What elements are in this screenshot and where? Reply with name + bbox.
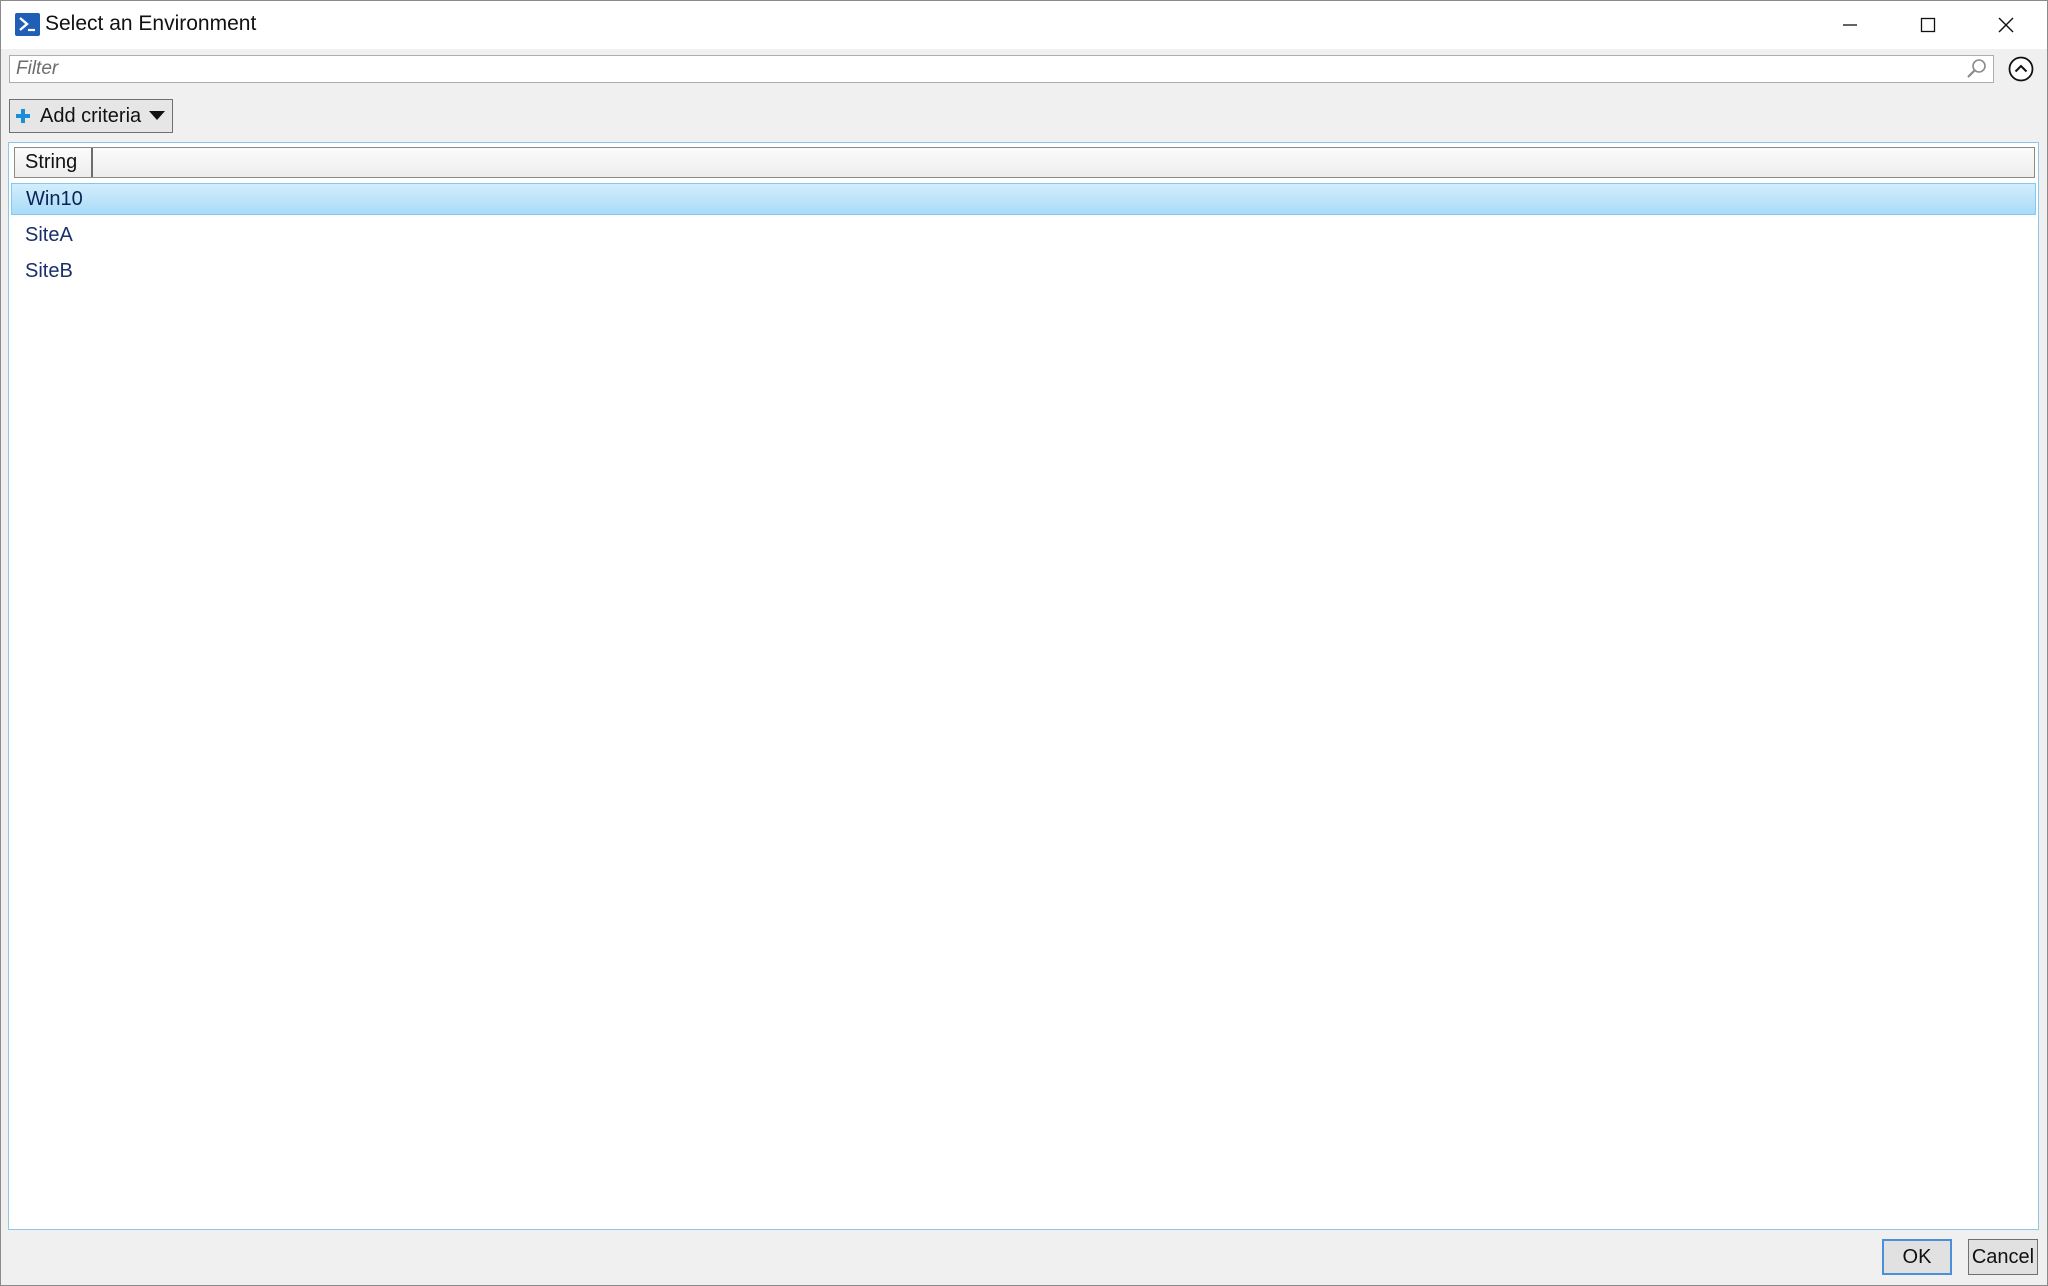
list-row-siteb[interactable]: SiteB [11,253,2036,289]
chevron-up-circle-icon[interactable] [2007,55,2035,83]
magnifier-icon[interactable] [1965,57,1989,81]
close-icon [1998,17,2014,33]
window-title: Select an Environment [45,12,257,35]
powershell-icon [15,13,40,36]
maximize-icon [1920,17,1936,33]
list-rows: Win10 SiteA SiteB [11,183,2036,289]
cancel-button[interactable]: Cancel [1968,1239,2038,1275]
caret-down-icon [149,111,166,120]
list-row-win10[interactable]: Win10 [11,183,2036,215]
add-criteria-label: Add criteria [40,104,142,127]
column-header-string[interactable]: String [15,148,93,177]
maximize-button[interactable] [1889,1,1967,49]
results-list: String Win10 SiteA SiteB [8,142,2039,1230]
filter-input[interactable] [10,56,1966,82]
dialog-window: Select an Environment Filter Add criteri… [0,0,2048,1286]
minimize-icon [1843,24,1857,26]
ok-button[interactable]: OK [1882,1239,1952,1275]
list-row-sitea[interactable]: SiteA [11,217,2036,253]
title-bar[interactable]: Select an Environment [1,1,2047,49]
add-criteria-button[interactable]: Add criteria [9,99,173,133]
minimize-button[interactable] [1811,1,1889,49]
filter-box [9,55,1994,83]
close-button[interactable] [1967,1,2045,49]
plus-icon [16,109,30,123]
column-header-row: String [14,147,2035,178]
